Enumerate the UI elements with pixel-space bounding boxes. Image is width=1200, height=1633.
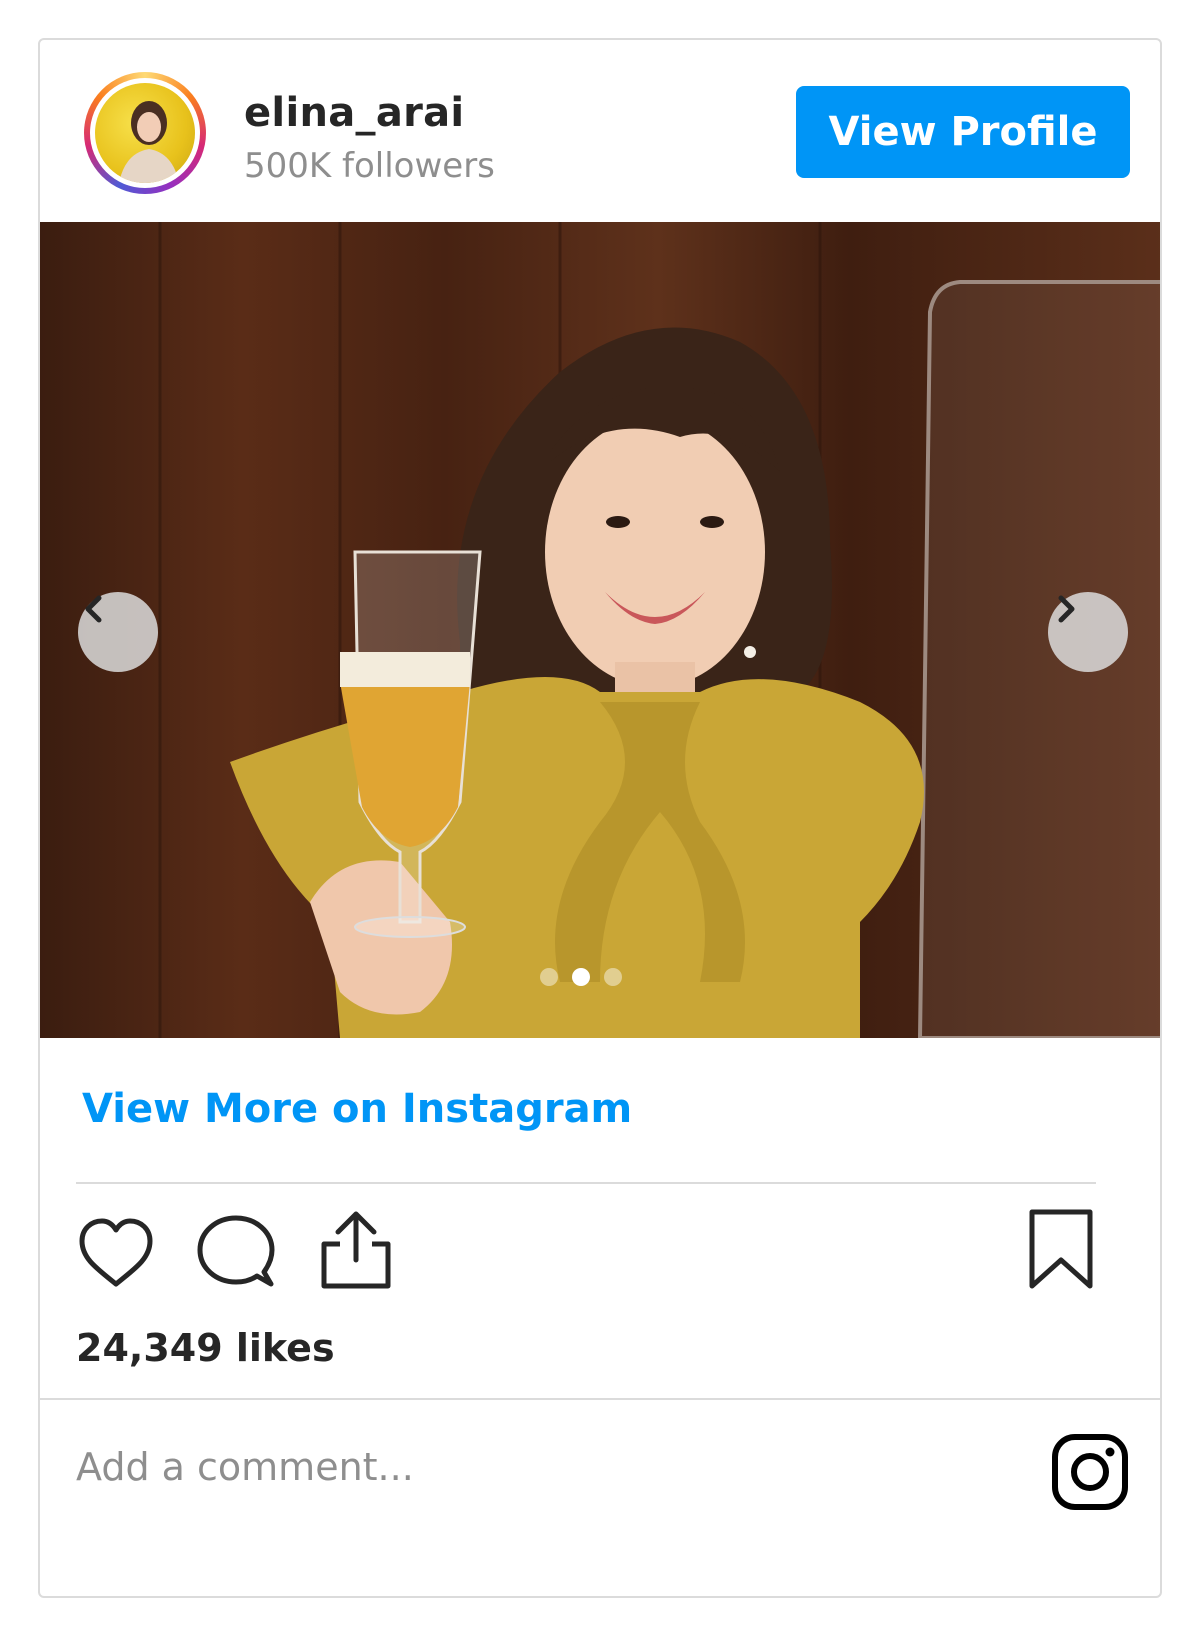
share-icon[interactable] [316,1208,396,1292]
bookmark-icon[interactable] [1026,1208,1096,1292]
instagram-embed-card: elina_arai 500K followers View Profile V… [38,38,1162,1598]
divider [40,1398,1160,1400]
next-photo-button[interactable] [1048,592,1128,672]
previous-photo-button[interactable] [78,592,158,672]
add-comment-input[interactable]: Add a comment... [76,1445,414,1489]
comment-icon[interactable] [196,1212,276,1292]
follower-count: 500K followers [244,146,495,186]
post-header: elina_arai 500K followers View Profile [40,40,1160,230]
carousel-dot [540,968,558,986]
chevron-left-icon [85,595,102,623]
heart-icon[interactable] [76,1214,156,1294]
divider [76,1182,1096,1184]
view-profile-button[interactable]: View Profile [796,86,1130,178]
view-more-link[interactable]: View More on Instagram [82,1086,632,1132]
post-photo[interactable] [40,222,1160,1038]
username[interactable]: elina_arai [244,90,464,136]
avatar-story-ring[interactable] [84,72,206,194]
carousel-indicator [540,968,622,986]
chevron-right-icon [1058,595,1075,623]
action-bar [76,1208,1096,1308]
carousel-dot [604,968,622,986]
photo-illustration [158,222,1160,1038]
avatar [95,83,195,183]
like-count: 24,349 likes [76,1326,335,1370]
instagram-icon[interactable] [1050,1432,1130,1512]
carousel-dot-active [572,968,590,986]
